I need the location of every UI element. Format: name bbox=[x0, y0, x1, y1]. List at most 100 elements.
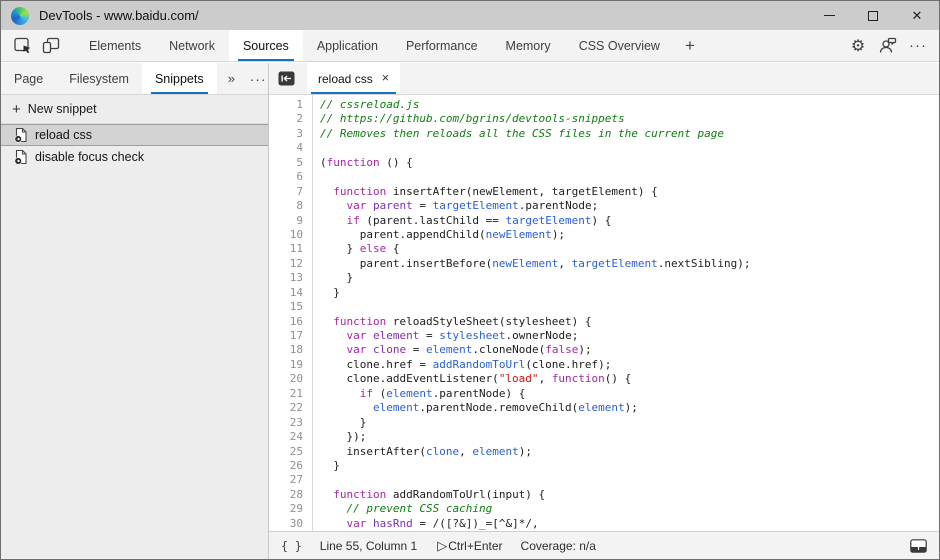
new-snippet-label: New snippet bbox=[28, 102, 97, 116]
devtools-body: PageFilesystemSnippets» ··· + New snippet… bbox=[1, 63, 939, 559]
code-line: if (parent.lastChild == targetElement) { bbox=[320, 214, 939, 228]
line-number: 12 bbox=[269, 257, 303, 271]
line-number: 19 bbox=[269, 358, 303, 372]
editor-pane: reload css × 123456789101112131415161718… bbox=[269, 63, 939, 559]
code-line: clone.addEventListener("load", function(… bbox=[320, 372, 939, 386]
pane-tab-filesystem[interactable]: Filesystem bbox=[56, 63, 142, 94]
line-number: 21 bbox=[269, 387, 303, 401]
pane-overflow-button[interactable]: » bbox=[223, 63, 241, 94]
editor-tab-reload-css[interactable]: reload css × bbox=[307, 63, 400, 94]
snippet-item-reload-css[interactable]: reload css bbox=[1, 124, 268, 146]
code-line: var hasRnd = /([?&])_=[^&]*/, bbox=[320, 517, 939, 531]
sources-sidebar: PageFilesystemSnippets» ··· + New snippet… bbox=[1, 63, 269, 559]
maximize-button[interactable] bbox=[851, 1, 895, 30]
line-number: 14 bbox=[269, 286, 303, 300]
main-panel-tabs: ElementsNetworkSourcesApplicationPerform… bbox=[75, 30, 674, 61]
code-editor[interactable]: 1234567891011121314151617181920212223242… bbox=[269, 95, 939, 531]
minimize-button[interactable] bbox=[807, 1, 851, 30]
code-line: function insertAfter(newElement, targetE… bbox=[320, 185, 939, 199]
line-number: 7 bbox=[269, 185, 303, 199]
ellipsis-icon: ··· bbox=[909, 37, 927, 54]
code-line: element.parentNode.removeChild(element); bbox=[320, 401, 939, 415]
close-icon: ✕ bbox=[912, 9, 923, 22]
code-line: } bbox=[320, 286, 939, 300]
code-line bbox=[320, 300, 939, 314]
code-line: function reloadStyleSheet(stylesheet) { bbox=[320, 315, 939, 329]
code-line bbox=[320, 473, 939, 487]
code-line: } bbox=[320, 416, 939, 430]
play-icon: ▷ bbox=[437, 538, 447, 554]
close-button[interactable]: ✕ bbox=[895, 1, 939, 30]
window-title: DevTools - www.baidu.com/ bbox=[39, 8, 199, 23]
feedback-icon bbox=[879, 37, 897, 54]
code-line: } bbox=[320, 271, 939, 285]
snippet-file-icon bbox=[14, 127, 28, 143]
navigator-toggle-button[interactable] bbox=[269, 63, 303, 94]
sidebar-pane-tabs: PageFilesystemSnippets» ··· bbox=[1, 63, 268, 95]
pretty-print-button[interactable]: { } bbox=[281, 539, 302, 553]
line-number: 10 bbox=[269, 228, 303, 242]
code-line: (function () { bbox=[320, 156, 939, 170]
editor-tab-strip: reload css × bbox=[269, 63, 939, 95]
minimize-icon bbox=[824, 15, 835, 16]
line-number: 30 bbox=[269, 517, 303, 531]
new-snippet-button[interactable]: + New snippet bbox=[1, 95, 268, 124]
expand-drawer-icon bbox=[910, 539, 927, 553]
code-line bbox=[320, 141, 939, 155]
settings-button[interactable]: ⚙ bbox=[843, 30, 873, 61]
pane-tab-page[interactable]: Page bbox=[1, 63, 56, 94]
inspect-element-button[interactable] bbox=[9, 30, 37, 61]
code-line: } else { bbox=[320, 242, 939, 256]
maximize-icon bbox=[868, 11, 878, 21]
line-number: 25 bbox=[269, 445, 303, 459]
line-number: 4 bbox=[269, 141, 303, 155]
dock-drawer-button[interactable] bbox=[910, 539, 927, 553]
line-number: 13 bbox=[269, 271, 303, 285]
inspect-icon bbox=[14, 37, 33, 55]
line-number: 20 bbox=[269, 372, 303, 386]
tab-performance[interactable]: Performance bbox=[392, 30, 492, 61]
line-number: 29 bbox=[269, 502, 303, 516]
pane-tab-snippets[interactable]: Snippets bbox=[142, 63, 217, 94]
line-number: 24 bbox=[269, 430, 303, 444]
code-line: // https://github.com/bgrins/devtools-sn… bbox=[320, 112, 939, 126]
line-number: 18 bbox=[269, 343, 303, 357]
code-area: // cssreload.js// https://github.com/bgr… bbox=[313, 95, 939, 531]
pane-more-button[interactable]: ··· bbox=[248, 63, 268, 94]
tab-sources[interactable]: Sources bbox=[229, 30, 303, 61]
tab-elements[interactable]: Elements bbox=[75, 30, 155, 61]
line-number: 17 bbox=[269, 329, 303, 343]
more-options-button[interactable]: ··· bbox=[903, 30, 933, 61]
tab-application[interactable]: Application bbox=[303, 30, 392, 61]
tab-css-overview[interactable]: CSS Overview bbox=[565, 30, 674, 61]
close-icon: × bbox=[382, 71, 389, 85]
plus-icon: + bbox=[12, 102, 21, 117]
code-line: clone.href = addRandomToUrl(clone.href); bbox=[320, 358, 939, 372]
add-panel-button[interactable]: + bbox=[674, 30, 706, 61]
tab-memory[interactable]: Memory bbox=[492, 30, 565, 61]
line-number: 2 bbox=[269, 112, 303, 126]
braces-icon: { } bbox=[281, 539, 302, 553]
snippet-item-disable-focus-check[interactable]: disable focus check bbox=[1, 146, 268, 168]
line-number: 28 bbox=[269, 488, 303, 502]
run-snippet-hint: ▷ Ctrl+Enter bbox=[437, 538, 502, 554]
line-number: 27 bbox=[269, 473, 303, 487]
editor-status-bar: { } Line 55, Column 1 ▷ Ctrl+Enter Cover… bbox=[269, 531, 939, 559]
line-number: 3 bbox=[269, 127, 303, 141]
window-controls: ✕ bbox=[807, 1, 939, 30]
feedback-button[interactable] bbox=[873, 30, 903, 61]
run-shortcut-label: Ctrl+Enter bbox=[448, 539, 502, 553]
editor-tab-label: reload css bbox=[318, 72, 373, 86]
devtools-window: DevTools - www.baidu.com/ ✕ ElementsNetw… bbox=[0, 0, 940, 560]
line-number: 16 bbox=[269, 315, 303, 329]
snippet-item-label: reload css bbox=[35, 128, 92, 142]
main-toolbar: ElementsNetworkSourcesApplicationPerform… bbox=[1, 30, 939, 62]
device-emulation-button[interactable] bbox=[37, 30, 65, 61]
tab-network[interactable]: Network bbox=[155, 30, 229, 61]
snippet-list: reload css disable focus check bbox=[1, 124, 268, 559]
line-number: 26 bbox=[269, 459, 303, 473]
line-number: 15 bbox=[269, 300, 303, 314]
code-line: parent.appendChild(newElement); bbox=[320, 228, 939, 242]
tab-close-button[interactable]: × bbox=[382, 72, 389, 85]
coverage-label: Coverage: n/a bbox=[521, 539, 596, 553]
